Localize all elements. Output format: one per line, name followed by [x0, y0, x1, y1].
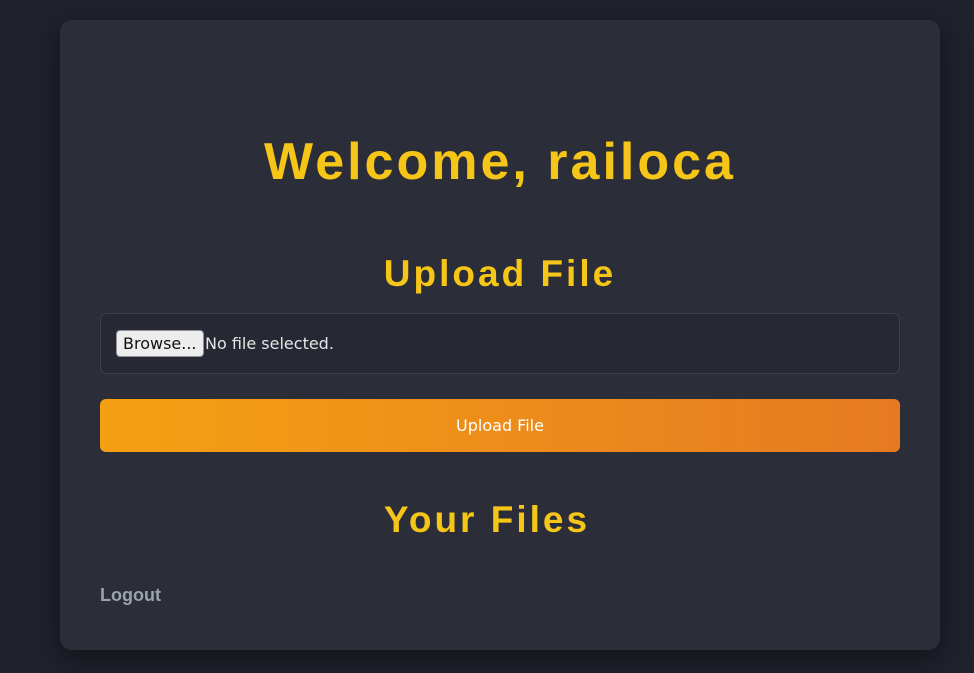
welcome-heading: Welcome, railoca [264, 133, 736, 191]
your-files-title: Your Files [383, 499, 591, 540]
file-input[interactable]: Browse... No file selected. [100, 313, 900, 374]
logout-link[interactable]: Logout [100, 584, 161, 606]
upload-file-button[interactable]: Upload File [100, 399, 900, 452]
upload-section-title: Upload File [383, 253, 617, 294]
file-status-text: No file selected. [205, 334, 334, 353]
browse-button[interactable]: Browse... [116, 330, 204, 357]
